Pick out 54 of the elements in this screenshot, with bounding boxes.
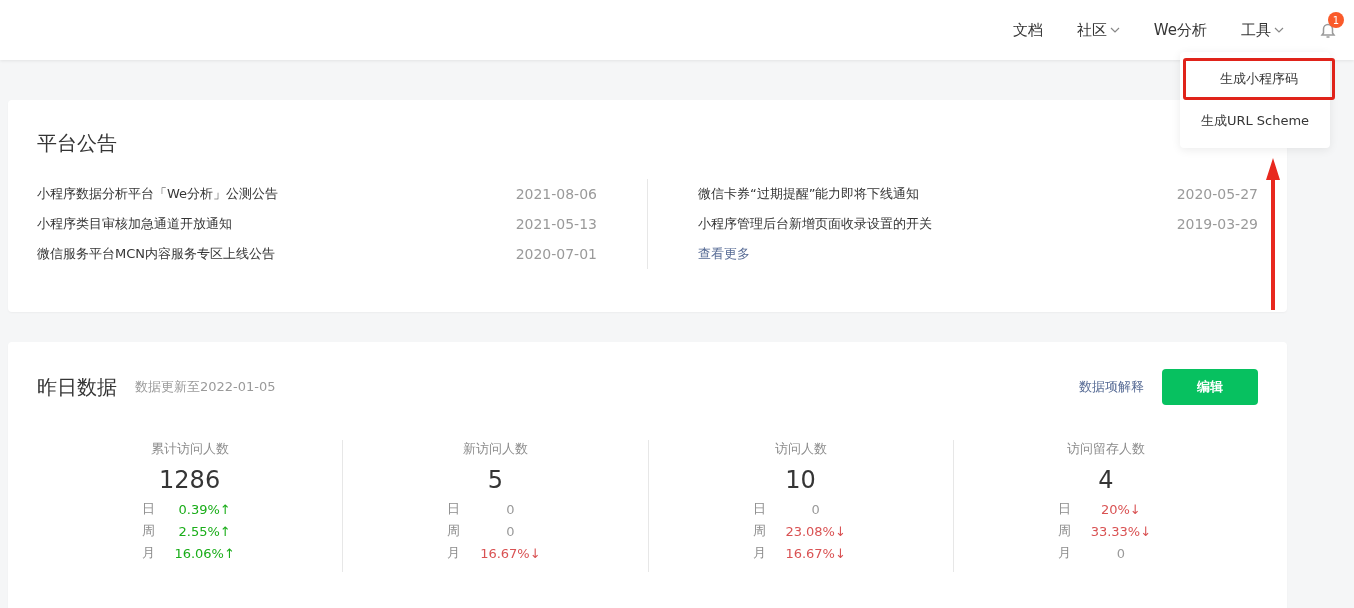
announcement-link[interactable]: 微信卡券“过期提醒”能力即将下线通知 [698, 185, 920, 203]
period-label: 周 [1057, 522, 1072, 540]
announcement-date: 2021-08-06 [515, 186, 597, 202]
announcement-link[interactable]: 小程序数据分析平台「We分析」公测公告 [37, 185, 279, 203]
card-title: 昨日数据 [37, 373, 117, 401]
period-label: 月 [1057, 544, 1072, 562]
change-value: 20%↓ [1099, 501, 1142, 517]
change-value: 0 [810, 501, 821, 517]
change-value: 0 [1115, 545, 1126, 561]
period-label: 月 [141, 544, 156, 562]
announcement-date: 2019-03-29 [1176, 216, 1258, 232]
announcement-date: 2020-05-27 [1176, 186, 1258, 202]
change-value: 0.39%↑ [177, 501, 232, 517]
announcement-link[interactable]: 小程序管理后台新增页面收录设置的开关 [698, 215, 932, 233]
change-value: 33.33%↓ [1089, 523, 1153, 539]
change-value: 16.06%↑ [173, 545, 236, 561]
stat-label: 累计访问人数 [150, 440, 229, 458]
change-value: 16.67%↓ [784, 545, 847, 561]
announcement-date: 2020-07-01 [515, 246, 597, 262]
period-label: 月 [447, 544, 462, 562]
stat-value: 1286 [159, 466, 221, 494]
stat-label: 访问留存人数 [1066, 440, 1145, 458]
stat-label: 新访问人数 [462, 440, 528, 458]
explanation-link[interactable]: 数据项解释 [1079, 378, 1144, 396]
notification-badge: 1 [1328, 12, 1344, 28]
announcement-link[interactable]: 微信服务平台MCN内容服务专区上线公告 [37, 245, 276, 263]
period-label: 月 [752, 544, 767, 562]
stat-value: 10 [785, 466, 816, 494]
stat-label: 访问人数 [774, 440, 827, 458]
card-title: 平台公告 [37, 130, 118, 157]
announcement-link[interactable]: 小程序类目审核加急通道开放通知 [37, 215, 232, 233]
period-label: 日 [1057, 500, 1072, 518]
nav-link[interactable]: We分析 [1149, 20, 1211, 40]
stat-value: 5 [487, 466, 503, 494]
period-label: 日 [447, 500, 462, 518]
nav-link[interactable]: 文档 [1008, 20, 1047, 40]
view-more-link[interactable]: 查看更多 [698, 245, 750, 263]
change-value: 16.67%↓ [479, 545, 542, 561]
nav-link[interactable]: 工具 [1237, 20, 1288, 40]
menu-item[interactable]: 生成URL Scheme [1180, 100, 1330, 142]
period-label: 周 [141, 522, 156, 540]
change-value: 0 [505, 501, 516, 517]
change-value: 23.08%↓ [784, 523, 847, 539]
announcement-date: 2021-05-13 [515, 216, 597, 232]
period-label: 周 [752, 522, 767, 540]
menu-item[interactable]: 生成小程序码 [1183, 58, 1335, 100]
period-label: 日 [141, 500, 156, 518]
period-label: 周 [447, 522, 462, 540]
nav-link[interactable]: 社区 [1072, 20, 1124, 40]
period-label: 日 [752, 500, 767, 518]
change-value: 2.55%↑ [177, 523, 232, 539]
change-value: 0 [505, 523, 516, 539]
stat-value: 4 [1098, 466, 1114, 494]
update-time: 数据更新至2022-01-05 [135, 378, 276, 396]
